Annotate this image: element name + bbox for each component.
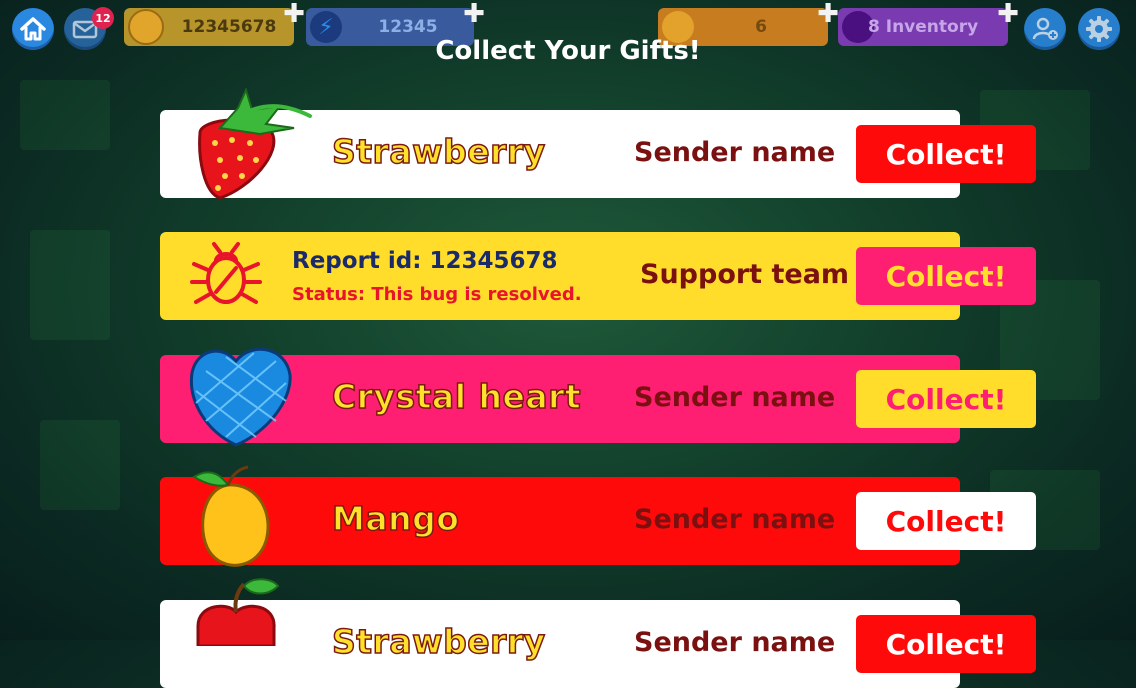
background-tile [40, 420, 120, 510]
gift-name: Strawberry [331, 621, 546, 662]
add-inventory-button[interactable]: ✚ [996, 1, 1020, 27]
crystal-heart-icon [189, 347, 292, 447]
gift-name: Crystal heart [331, 376, 582, 417]
coins-value: 12345678 [181, 17, 277, 37]
gift-row-bug-report: Report id: 12345678 Status: This bug is … [160, 232, 1036, 320]
sender-name: Support team [640, 259, 850, 290]
mango-icon [192, 465, 270, 567]
inventory-label: 8 Inventory [868, 17, 979, 37]
sender-name: Sender name [634, 382, 836, 413]
collect-button[interactable]: Collect! [856, 125, 1036, 183]
page-title: Collect Your Gifts! [435, 36, 701, 66]
collect-button[interactable]: Collect! [856, 370, 1036, 428]
gift-name: Mango [331, 498, 460, 539]
sender-name: Sender name [634, 137, 836, 168]
background-tile [20, 80, 110, 150]
sender-name: Sender name [634, 627, 836, 658]
energy-value: 12345 [378, 17, 438, 37]
add-lives-button[interactable]: ✚ [816, 1, 840, 27]
background-tile [30, 230, 110, 340]
bug-icon [190, 242, 262, 304]
mail-badge: 12 [92, 7, 114, 29]
apple-icon [196, 578, 280, 646]
gift-row-strawberry: Strawberry Sender name Collect! [160, 88, 1036, 200]
add-coins-button[interactable]: ✚ [282, 1, 306, 27]
collect-button[interactable]: Collect! [856, 492, 1036, 550]
collect-button[interactable]: Collect! [856, 615, 1036, 673]
report-status: Status: This bug is resolved. [292, 284, 582, 305]
gift-row-mango: Mango Sender name Collect! [160, 465, 1036, 567]
gift-name: Strawberry [331, 131, 546, 172]
collect-button[interactable]: Collect! [856, 247, 1036, 305]
report-id: Report id: 12345678 [292, 248, 558, 274]
add-energy-button[interactable]: ✚ [462, 1, 486, 27]
strawberry-icon [198, 88, 312, 200]
gift-row-strawberry-2: Strawberry Sender name Collect! [160, 578, 1036, 688]
lives-value: 6 [755, 17, 767, 37]
sender-name: Sender name [634, 504, 836, 535]
gift-row-crystal-heart: Crystal heart Sender name Collect! [160, 347, 1036, 447]
